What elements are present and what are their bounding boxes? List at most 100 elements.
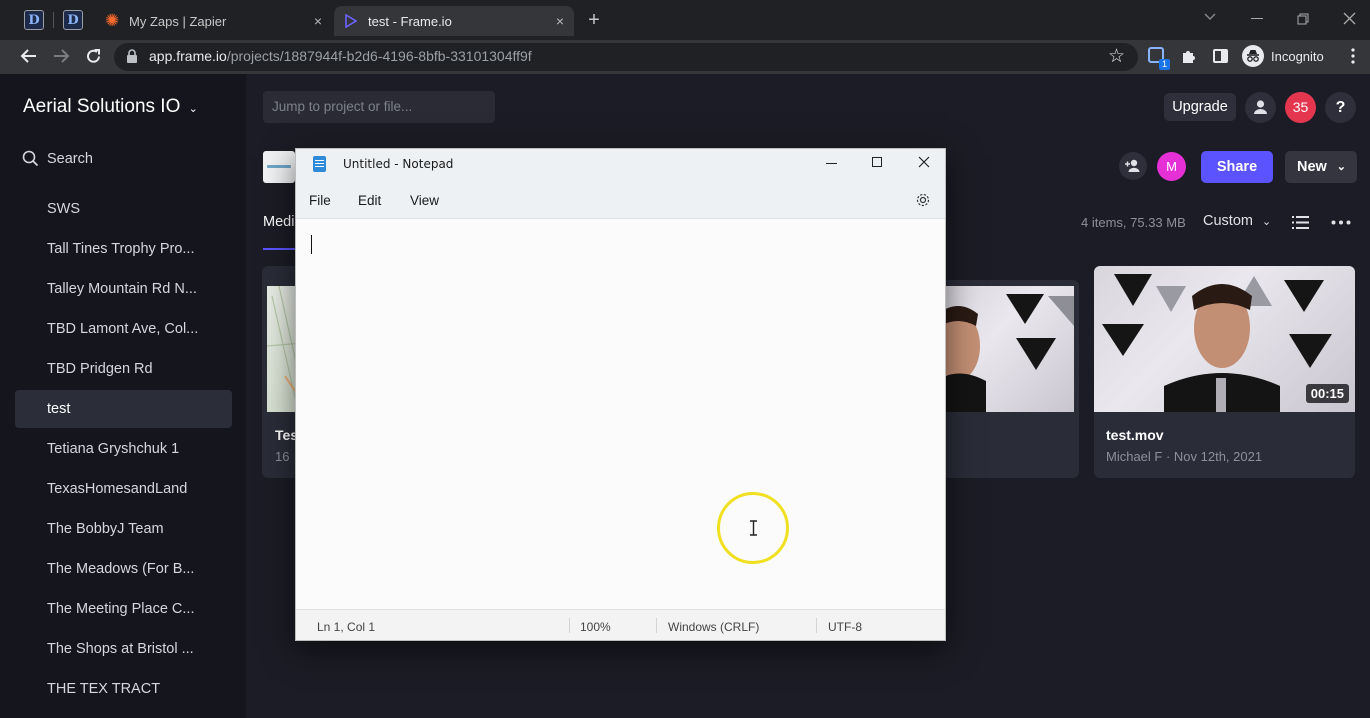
team-switcher[interactable]: Aerial Solutions IO ⌄ <box>23 96 198 118</box>
chevron-down-icon: ⌄ <box>1336 161 1346 173</box>
pinned-tab-2[interactable]: D <box>63 10 83 30</box>
asset-name: test.mov <box>1106 427 1164 443</box>
chevron-down-icon: ⌄ <box>188 103 198 115</box>
incognito-icon[interactable] <box>1242 45 1264 67</box>
url-path: /projects/1887944f-b2d6-4196-8bfb-331013… <box>226 48 532 64</box>
url-text: app.frame.io/projects/1887944f-b2d6-4196… <box>149 48 532 64</box>
text-cursor-icon <box>749 520 758 536</box>
back-icon[interactable] <box>20 48 38 64</box>
tab-title: My Zaps | Zapier <box>129 13 227 29</box>
settings-gear-icon[interactable] <box>915 192 931 208</box>
tab-zapier[interactable]: ✺ My Zaps | Zapier × <box>96 6 332 36</box>
sidebar-item-meeting-place[interactable]: The Meeting Place C... <box>15 590 232 628</box>
extension-badge: 1 <box>1158 59 1170 70</box>
notification-badge[interactable]: 35 <box>1285 92 1316 123</box>
close-icon[interactable] <box>918 156 930 168</box>
text-caret <box>311 235 312 254</box>
extensions-puzzle-icon[interactable] <box>1181 48 1197 64</box>
minimize-window-button[interactable] <box>1251 18 1263 19</box>
bookmark-star-icon[interactable]: ☆ <box>1108 47 1125 66</box>
restore-window-button[interactable] <box>1297 13 1309 25</box>
items-summary: 4 items, 75.33 MB <box>1081 215 1186 230</box>
video-duration: 00:15 <box>1305 384 1349 403</box>
sidebar-item-tbd-lamont[interactable]: TBD Lamont Ave, Col... <box>15 310 232 348</box>
close-window-button[interactable] <box>1343 12 1356 25</box>
pinned-tab-1[interactable]: D <box>24 10 44 30</box>
reload-icon[interactable] <box>85 48 102 65</box>
sidebar-item-tbd-pridgen[interactable]: TBD Pridgen Rd <box>15 350 232 388</box>
side-panel-icon[interactable] <box>1213 49 1228 63</box>
sidebar-item-shops-bristol[interactable]: The Shops at Bristol ... <box>15 630 232 668</box>
share-button[interactable]: Share <box>1201 151 1273 183</box>
menu-view[interactable]: View <box>410 193 439 208</box>
browser-tab-strip: D D ✺ My Zaps | Zapier × test - Frame.io… <box>0 0 1370 40</box>
tab-title: test - Frame.io <box>368 13 452 29</box>
avatar[interactable]: M <box>1157 152 1186 181</box>
more-options-icon[interactable] <box>1331 220 1351 225</box>
sidebar-item-bobbyj[interactable]: The BobbyJ Team <box>15 510 232 548</box>
notepad-title: Untitled - Notepad <box>343 157 454 171</box>
sidebar-item-sws[interactable]: SWS <box>15 190 232 228</box>
sidebar-item-texashomes[interactable]: TexasHomesandLand <box>15 470 232 508</box>
cursor-position: Ln 1, Col 1 <box>317 620 376 634</box>
status-divider <box>816 618 817 633</box>
project-sidebar: Aerial Solutions IO ⌄ Search SWS Tall Ti… <box>0 74 246 718</box>
asset-meta: 16 <box>275 449 290 464</box>
notepad-window: Untitled - Notepad File Edit View Ln 1, … <box>295 148 946 641</box>
search-icon[interactable] <box>22 150 39 167</box>
incognito-label: Incognito <box>1271 49 1324 64</box>
asset-card-test-mov[interactable]: 00:15 test.mov Michael F · Nov 12th, 202… <box>1094 266 1355 478</box>
team-name: Aerial Solutions IO <box>23 96 181 117</box>
sidebar-item-tetiana[interactable]: Tetiana Gryshchuk 1 <box>15 430 232 468</box>
tab-divider <box>53 12 54 28</box>
new-button[interactable]: New ⌄ <box>1285 151 1357 183</box>
sort-dropdown[interactable]: Custom ⌄ <box>1203 213 1271 229</box>
account-icon[interactable] <box>1245 92 1276 123</box>
extension-icon[interactable]: 1 <box>1148 47 1170 70</box>
sidebar-item-tall-tines[interactable]: Tall Tines Trophy Pro... <box>15 230 232 268</box>
new-button-label: New <box>1297 159 1327 175</box>
notepad-statusbar: Ln 1, Col 1 100% Windows (CRLF) UTF-8 <box>296 609 945 640</box>
video-thumbnail <box>936 286 1074 412</box>
list-view-icon[interactable] <box>1292 215 1309 230</box>
tab-search-icon[interactable] <box>1203 12 1217 22</box>
status-divider <box>656 618 657 633</box>
close-tab-icon[interactable]: × <box>552 13 568 29</box>
pinned-tab-label: D <box>67 12 79 28</box>
menu-edit[interactable]: Edit <box>358 193 381 208</box>
lock-icon[interactable] <box>126 49 138 64</box>
menu-file[interactable]: File <box>309 193 331 208</box>
invite-user-icon[interactable] <box>1119 152 1147 180</box>
notepad-titlebar[interactable]: Untitled - Notepad <box>296 149 945 181</box>
sidebar-item-tex-tract[interactable]: THE TEX TRACT <box>15 670 232 708</box>
encoding: UTF-8 <box>828 620 862 634</box>
chevron-down-icon: ⌄ <box>1262 216 1272 228</box>
sidebar-item-test[interactable]: test <box>15 390 232 428</box>
maximize-icon[interactable] <box>872 157 882 167</box>
jump-search-input[interactable]: Jump to project or file... <box>263 91 495 123</box>
asset-card-video[interactable] <box>936 280 1079 478</box>
new-tab-button[interactable]: + <box>584 10 604 30</box>
asset-meta: Michael F · Nov 12th, 2021 <box>1106 449 1263 464</box>
pinned-tab-label: D <box>28 12 40 28</box>
notepad-app-icon <box>313 156 326 172</box>
frameio-icon <box>345 14 357 28</box>
sort-label: Custom <box>1203 213 1253 229</box>
minimize-icon[interactable] <box>826 163 837 164</box>
status-divider <box>569 618 570 633</box>
zapier-icon: ✺ <box>105 11 120 30</box>
notepad-text-area[interactable] <box>296 219 945 609</box>
sidebar-item-meadows[interactable]: The Meadows (For B... <box>15 550 232 588</box>
close-tab-icon[interactable]: × <box>310 13 326 29</box>
project-logo <box>263 151 295 183</box>
upgrade-button[interactable]: Upgrade <box>1164 93 1236 121</box>
url-host: app.frame.io <box>149 48 227 64</box>
help-button[interactable]: ? <box>1325 92 1356 123</box>
sidebar-item-talley-mountain[interactable]: Talley Mountain Rd N... <box>15 270 232 308</box>
tab-frameio[interactable]: test - Frame.io × <box>334 6 574 36</box>
sidebar-search[interactable]: Search <box>47 151 93 167</box>
notepad-menubar: File Edit View <box>296 181 945 219</box>
forward-icon[interactable] <box>52 48 70 64</box>
browser-menu-icon[interactable] <box>1351 48 1355 64</box>
line-ending: Windows (CRLF) <box>668 620 760 634</box>
